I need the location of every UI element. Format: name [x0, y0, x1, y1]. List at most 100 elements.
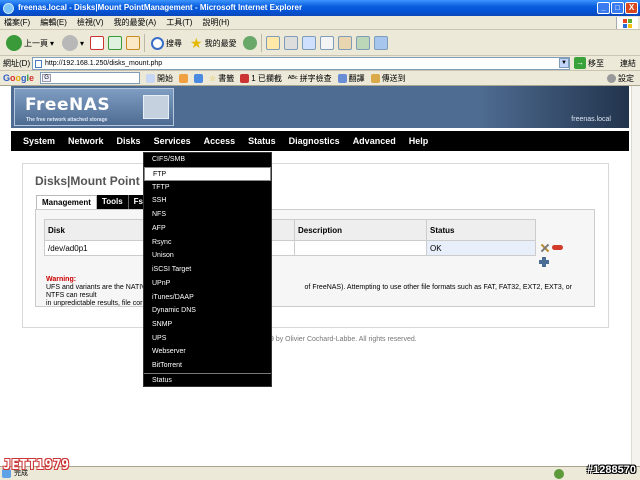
- discuss-icon[interactable]: [319, 36, 334, 50]
- forward-button[interactable]: ▾: [60, 33, 86, 53]
- menu-item-itunes-daap[interactable]: iTunes/DAAP: [144, 291, 271, 305]
- menu-item-ssh[interactable]: SSH: [144, 194, 271, 208]
- translate-button[interactable]: 翻譯: [337, 73, 365, 84]
- google-search-input[interactable]: G: [40, 72, 141, 84]
- menu-item-upnp[interactable]: UPnP: [144, 277, 271, 291]
- search-button[interactable]: 搜尋: [149, 33, 184, 53]
- menu-edit[interactable]: 編輯(E): [40, 17, 67, 28]
- page-icon: [35, 60, 42, 68]
- spellcheck-button[interactable]: ᴬᴮᶜ 拼字檢查: [288, 73, 332, 84]
- gear-icon: [607, 73, 616, 83]
- refresh-icon[interactable]: [108, 36, 123, 50]
- delete-icon[interactable]: [552, 245, 563, 250]
- chevron-down-icon: ▾: [80, 38, 85, 48]
- menu-item-webserver[interactable]: Webserver: [144, 345, 271, 359]
- favorites-button[interactable]: ★ 我的最愛: [188, 33, 239, 53]
- popup-blocker-icon: [240, 73, 250, 83]
- google-toolbar: Google G 開始 ☆ 書籤 1 已攔截 ᴬᴮᶜ 拼字檢查 翻譯 傳送到 設…: [0, 71, 640, 86]
- nav-status[interactable]: Status: [248, 136, 276, 146]
- translate-icon: [337, 73, 347, 83]
- freenas-logo[interactable]: FreeNAS The free network attached storag…: [14, 88, 174, 126]
- logo-tagline: The free network attached storage: [26, 117, 108, 123]
- nav-diagnostics[interactable]: Diagnostics: [289, 136, 340, 146]
- menu-file[interactable]: 檔案(F): [4, 17, 30, 28]
- messenger-icon[interactable]: [355, 36, 370, 50]
- menu-item-dynamic-dns[interactable]: Dynamic DNS: [144, 304, 271, 318]
- windows-flag-icon: [616, 17, 638, 29]
- back-button[interactable]: 上一頁 ▾: [4, 33, 56, 53]
- logo-name: FreeNAS: [25, 95, 111, 115]
- popup-blocker-label: 1 已攔截: [251, 73, 282, 83]
- menu-item-tftp[interactable]: TFTP: [144, 181, 271, 195]
- chevron-down-icon: ▾: [50, 38, 55, 48]
- nav-system[interactable]: System: [23, 136, 55, 146]
- toolbar-separator: [260, 34, 262, 52]
- google-bookmarks-button[interactable]: ☆ 書籤: [209, 73, 234, 84]
- menu-item-cifs-smb[interactable]: CIFS/SMB: [144, 153, 271, 167]
- add-icon[interactable]: [539, 257, 549, 267]
- go-button[interactable]: → 移至: [574, 57, 604, 69]
- address-input[interactable]: http://192.168.1.250/disks_mount.php: [32, 57, 570, 70]
- nav-disks[interactable]: Disks: [117, 136, 141, 146]
- edit-icon[interactable]: [540, 243, 549, 252]
- table-row[interactable]: /dev/ad0p1 OK: [44, 240, 536, 256]
- menu-view[interactable]: 檢視(V): [77, 17, 104, 28]
- stop-icon[interactable]: [90, 36, 105, 50]
- popup-blocker-button[interactable]: 1 已攔截: [240, 73, 282, 84]
- menu-item-unison[interactable]: Unison: [144, 249, 271, 263]
- address-label: 網址(D): [3, 59, 31, 68]
- research-icon[interactable]: [337, 36, 352, 50]
- page-title: Disks|Mount Point: [35, 174, 140, 188]
- status-bar: 完成: [0, 466, 640, 480]
- menu-item-snmp[interactable]: SNMP: [144, 318, 271, 332]
- forward-arrow-icon: [62, 35, 79, 51]
- nav-access[interactable]: Access: [204, 136, 236, 146]
- internet-zone-icon: [554, 469, 564, 479]
- links-label[interactable]: 連結: [620, 58, 636, 69]
- history-icon[interactable]: [242, 36, 257, 50]
- menu-item-ftp[interactable]: FTP: [144, 167, 271, 181]
- warning-line-1: UFS and variants are the NATIVE of FreeNA…: [46, 284, 591, 300]
- menu-item-iscsi-target[interactable]: iSCSI Target: [144, 263, 271, 277]
- address-dropdown-icon[interactable]: ▼: [559, 58, 569, 68]
- search-go-icon: [146, 73, 156, 83]
- home-icon[interactable]: [126, 36, 141, 50]
- maximize-button[interactable]: □: [611, 2, 624, 14]
- news-icon[interactable]: [194, 73, 204, 83]
- tab-panel: Disk Description Status /dev/ad0p1 OK Wa…: [35, 209, 595, 307]
- print-icon[interactable]: [283, 36, 298, 50]
- nav-network[interactable]: Network: [68, 136, 104, 146]
- google-logo[interactable]: Google: [3, 73, 34, 83]
- warning-line-2: in unpredictable results, file corru: [46, 300, 149, 307]
- nav-advanced[interactable]: Advanced: [353, 136, 396, 146]
- edit-icon[interactable]: [301, 36, 316, 50]
- watermark-left: JETT1979: [3, 458, 70, 473]
- menu-item-ups[interactable]: UPS: [144, 332, 271, 346]
- minimize-button[interactable]: _: [597, 2, 610, 14]
- nav-help[interactable]: Help: [409, 136, 429, 146]
- google-settings-button[interactable]: 設定: [607, 73, 634, 84]
- close-button[interactable]: X: [625, 2, 638, 14]
- send-to-button[interactable]: 傳送到: [370, 73, 406, 84]
- menu-item-afp[interactable]: AFP: [144, 222, 271, 236]
- extension-icon[interactable]: [373, 36, 388, 50]
- menu-item-nfs[interactable]: NFS: [144, 208, 271, 222]
- tab-management[interactable]: Management: [36, 195, 97, 209]
- star-icon: ☆: [209, 73, 217, 83]
- tab-tools[interactable]: Tools: [96, 195, 129, 209]
- menu-favorites[interactable]: 我的最愛(A): [114, 17, 157, 28]
- freenas-header: FreeNAS The free network attached storag…: [11, 86, 629, 128]
- menu-item-status[interactable]: Status: [144, 373, 271, 387]
- column-header-status: Status: [426, 219, 536, 241]
- vertical-scrollbar[interactable]: [631, 86, 640, 466]
- menu-tools[interactable]: 工具(T): [166, 17, 192, 28]
- google-search-button[interactable]: 開始: [146, 73, 173, 84]
- menu-help[interactable]: 說明(H): [202, 17, 229, 28]
- nav-services[interactable]: Services: [154, 136, 191, 146]
- mail-icon[interactable]: [265, 36, 280, 50]
- menu-item-bittorrent[interactable]: BitTorrent: [144, 359, 271, 373]
- spellcheck-icon: ᴬᴮᶜ: [287, 73, 298, 83]
- pagerank-icon[interactable]: [179, 73, 189, 83]
- menu-item-rsync[interactable]: Rsync: [144, 236, 271, 250]
- google-search-value: G: [42, 74, 52, 82]
